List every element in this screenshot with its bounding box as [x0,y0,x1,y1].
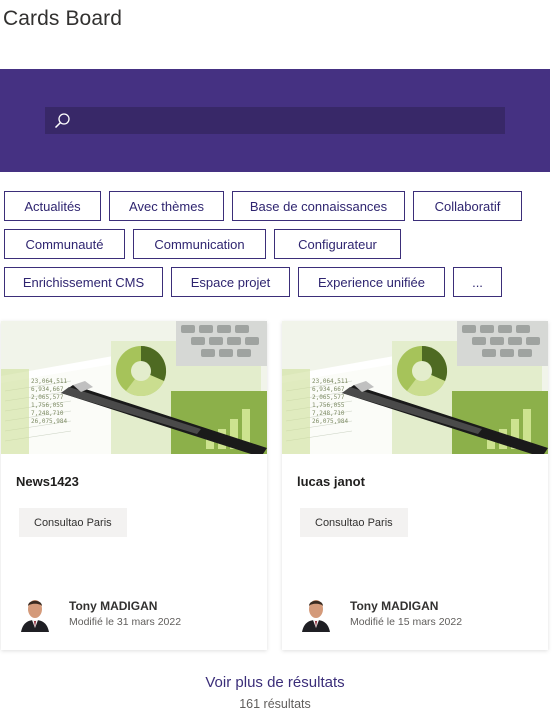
svg-text:6,934,667: 6,934,667 [31,386,64,393]
card-title[interactable]: lucas janot [297,474,365,489]
avatar [19,594,51,632]
category-filters: Actualités Avec thèmes Base de connaissa… [4,191,550,305]
svg-text:23,064,511: 23,064,511 [312,378,349,385]
search-box[interactable] [45,107,505,134]
filter-communaute[interactable]: Communauté [4,229,125,259]
filter-configurateur[interactable]: Configurateur [274,229,401,259]
news-card[interactable]: 23,064,511 6,934,667 2,065,577 1,756,055 7… [1,321,267,650]
svg-text:7,248,710: 7,248,710 [312,410,345,417]
svg-text:6,934,667: 6,934,667 [312,386,345,393]
svg-text:1,756,055: 1,756,055 [31,402,64,409]
modified-date: Modifié le 31 mars 2022 [69,615,182,628]
card-author: Tony MADIGAN Modifié le 15 mars 2022 [300,594,462,632]
author-name: Tony MADIGAN [350,598,439,613]
filter-actualites[interactable]: Actualités [4,191,101,221]
card-tag: Consultao Paris [300,508,408,537]
filter-enrichissement-cms[interactable]: Enrichissement CMS [4,267,163,297]
svg-text:1,756,055: 1,756,055 [312,402,345,409]
cards-grid: 23,064,511 6,934,667 2,065,577 1,756,055 7… [1,321,550,650]
svg-text:2,065,577: 2,065,577 [312,394,345,401]
results-count: 161 résultats [239,697,311,711]
show-more-link[interactable]: Voir plus de résultats [205,674,344,691]
filter-experience-unifiee[interactable]: Experience unifiée [298,267,445,297]
card-tag: Consultao Paris [19,508,127,537]
search-banner [0,69,550,172]
filter-more-button[interactable]: ... [453,267,502,297]
card-author: Tony MADIGAN Modifié le 31 mars 2022 [19,594,181,632]
results-footer: Voir plus de résultats 161 résultats [0,674,550,711]
svg-text:26,075,984: 26,075,984 [31,418,68,425]
filter-collaboratif[interactable]: Collaboratif [413,191,522,221]
filter-row: Enrichissement CMS Espace projet Experie… [4,267,550,297]
card-thumbnail-image: 23,064,5116,934,667 2,065,5771,756,055 7… [1,321,267,454]
search-icon [45,107,79,134]
filter-row: Communauté Communication Configurateur [4,229,550,259]
filter-avec-themes[interactable]: Avec thèmes [109,191,224,221]
svg-text:23,064,511: 23,064,511 [31,378,68,385]
card-title[interactable]: News1423 [16,474,79,489]
filter-espace-projet[interactable]: Espace projet [171,267,290,297]
svg-text:7,248,710: 7,248,710 [31,410,64,417]
author-name: Tony MADIGAN [69,598,158,613]
avatar [300,594,332,632]
svg-text:26,075,984: 26,075,984 [312,418,349,425]
modified-date: Modifié le 15 mars 2022 [350,615,463,628]
filter-base-de-connaissances[interactable]: Base de connaissances [232,191,405,221]
page-title: Cards Board [3,7,122,30]
filter-row: Actualités Avec thèmes Base de connaissa… [4,191,550,221]
news-card[interactable]: 23,064,511 6,934,667 2,065,577 1,756,055 7… [282,321,548,650]
filter-communication[interactable]: Communication [133,229,266,259]
card-thumbnail-image: 23,064,5116,934,667 2,065,5771,756,055 7… [282,321,548,454]
search-input[interactable] [79,107,505,134]
svg-text:2,065,577: 2,065,577 [31,394,64,401]
